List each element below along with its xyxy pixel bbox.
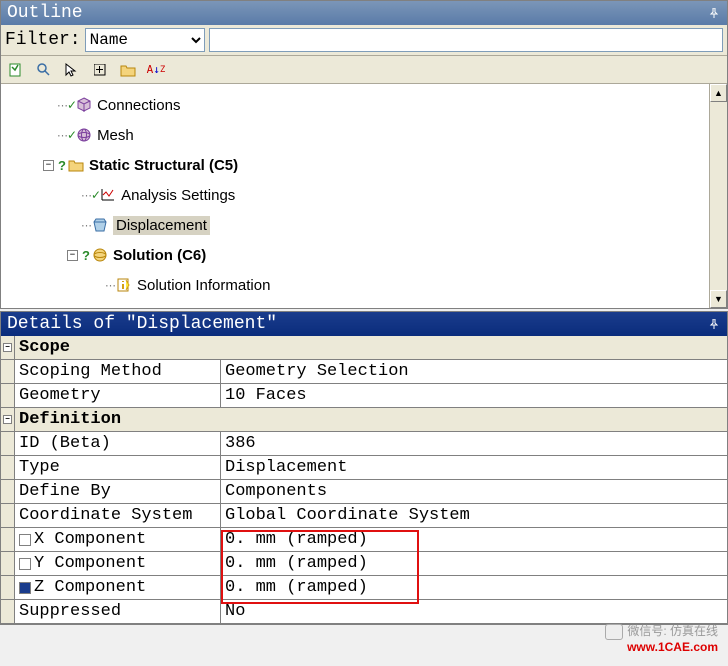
filter-select[interactable]: Name bbox=[85, 28, 205, 52]
tree-line: ⋯ bbox=[57, 99, 67, 112]
tree-item-solution-info[interactable]: ⋯ Solution Information bbox=[5, 270, 705, 300]
details-title-bar: Details of "Displacement" bbox=[1, 312, 727, 336]
pin-icon[interactable] bbox=[707, 317, 721, 331]
tree-label: Mesh bbox=[97, 127, 134, 144]
details-row-scoping-method[interactable]: Scoping Method Geometry Selection bbox=[1, 360, 727, 384]
tree-line: ⋯ bbox=[57, 129, 67, 142]
prop-label: Define By bbox=[15, 480, 221, 503]
cursor-icon[interactable] bbox=[63, 61, 81, 79]
tree-label: Displacement bbox=[113, 216, 210, 235]
search-icon[interactable] bbox=[35, 61, 53, 79]
tree-item-static-structural[interactable]: − ? Static Structural (C5) bbox=[5, 150, 705, 180]
scroll-down-button[interactable]: ▼ bbox=[710, 290, 727, 308]
details-group-scope[interactable]: − Scope bbox=[1, 336, 727, 360]
tree-item-mesh[interactable]: ⋯ ✓ Mesh bbox=[5, 120, 705, 150]
prop-value[interactable]: 0. mm (ramped) bbox=[221, 576, 727, 599]
prop-value[interactable]: Components bbox=[221, 480, 727, 503]
prop-value[interactable]: 0. mm (ramped) bbox=[221, 552, 727, 575]
prop-label: Type bbox=[15, 456, 221, 479]
prop-label: X Component bbox=[15, 528, 221, 551]
details-row-id[interactable]: ID (Beta) 386 bbox=[1, 432, 727, 456]
question-icon: ? bbox=[82, 248, 90, 263]
refresh-icon[interactable] bbox=[7, 61, 25, 79]
prop-value[interactable]: Geometry Selection bbox=[221, 360, 727, 383]
outline-tree[interactable]: ⋯ ✓ Connections ⋯ ✓ Mesh − bbox=[1, 84, 709, 308]
tree-label: Analysis Settings bbox=[121, 187, 235, 204]
details-group-definition[interactable]: − Definition bbox=[1, 408, 727, 432]
filter-label: Filter: bbox=[5, 30, 81, 50]
details-row-type[interactable]: Type Displacement bbox=[1, 456, 727, 480]
prop-label: ID (Beta) bbox=[15, 432, 221, 455]
outline-title-bar: Outline bbox=[1, 1, 727, 25]
collapse-icon[interactable]: − bbox=[3, 343, 12, 352]
details-row-x-component[interactable]: X Component 0. mm (ramped) bbox=[1, 528, 727, 552]
scroll-up-button[interactable]: ▲ bbox=[710, 84, 727, 102]
checkbox-icon[interactable] bbox=[19, 558, 31, 570]
details-title: Details of "Displacement" bbox=[7, 314, 277, 334]
tree-item-solution[interactable]: − ? Solution (C6) bbox=[5, 240, 705, 270]
details-row-coord-system[interactable]: Coordinate System Global Coordinate Syst… bbox=[1, 504, 727, 528]
wechat-icon bbox=[605, 624, 623, 640]
pin-icon[interactable] bbox=[707, 6, 721, 20]
details-row-z-component[interactable]: Z Component 0. mm (ramped) bbox=[1, 576, 727, 600]
tree-line: ⋯ bbox=[81, 219, 91, 232]
group-label: Definition bbox=[15, 408, 727, 431]
tree-label: Solution Information bbox=[137, 277, 270, 294]
tree-item-displacement[interactable]: ⋯ Displacement bbox=[5, 210, 705, 240]
expand-icon[interactable] bbox=[91, 61, 109, 79]
details-row-geometry[interactable]: Geometry 10 Faces bbox=[1, 384, 727, 408]
watermark: 微信号: 仿真在线 www.1CAE.com bbox=[605, 622, 718, 654]
box-icon bbox=[91, 216, 109, 234]
tree-item-analysis-settings[interactable]: ⋯ ✓ Analysis Settings bbox=[5, 180, 705, 210]
prop-value[interactable]: 0. mm (ramped) bbox=[221, 528, 727, 551]
prop-label: Geometry bbox=[15, 384, 221, 407]
details-panel: Details of "Displacement" − Scope Scopin… bbox=[0, 311, 728, 625]
chart-icon bbox=[99, 186, 117, 204]
tree-item-connections[interactable]: ⋯ ✓ Connections bbox=[5, 90, 705, 120]
outline-title: Outline bbox=[7, 3, 83, 23]
collapse-icon[interactable]: − bbox=[3, 415, 12, 424]
prop-value[interactable]: No bbox=[221, 600, 727, 623]
prop-value[interactable]: Displacement bbox=[221, 456, 727, 479]
sort-icon[interactable]: A↓Z bbox=[147, 61, 165, 79]
prop-label: Suppressed bbox=[15, 600, 221, 623]
filter-row: Filter: Name bbox=[1, 25, 727, 56]
details-row-y-component[interactable]: Y Component 0. mm (ramped) bbox=[1, 552, 727, 576]
collapse-icon[interactable]: − bbox=[67, 250, 78, 261]
details-table: − Scope Scoping Method Geometry Selectio… bbox=[1, 336, 727, 624]
group-label: Scope bbox=[15, 336, 727, 359]
question-icon: ? bbox=[58, 158, 66, 173]
tree-label: Static Structural (C5) bbox=[89, 157, 238, 174]
checkbox-icon[interactable] bbox=[19, 534, 31, 546]
details-row-suppressed[interactable]: Suppressed No bbox=[1, 600, 727, 624]
sphere-icon bbox=[75, 126, 93, 144]
outline-toolbar: A↓Z bbox=[1, 56, 727, 84]
scroll-track[interactable] bbox=[710, 102, 727, 290]
tree-label: Solution (C6) bbox=[113, 247, 206, 264]
prop-value[interactable]: 386 bbox=[221, 432, 727, 455]
tree-area: ⋯ ✓ Connections ⋯ ✓ Mesh − bbox=[1, 84, 727, 308]
prop-label: Y Component bbox=[15, 552, 221, 575]
prop-value[interactable]: 10 Faces bbox=[221, 384, 727, 407]
checkbox-filled-icon[interactable] bbox=[19, 582, 31, 594]
prop-value[interactable]: Global Coordinate System bbox=[221, 504, 727, 527]
prop-label: Z Component bbox=[15, 576, 221, 599]
details-row-define-by[interactable]: Define By Components bbox=[1, 480, 727, 504]
info-icon bbox=[115, 276, 133, 294]
folder-icon[interactable] bbox=[119, 61, 137, 79]
outline-panel: Outline Filter: Name A↓Z bbox=[0, 0, 728, 309]
collapse-icon[interactable]: − bbox=[43, 160, 54, 171]
filter-input[interactable] bbox=[209, 28, 723, 52]
tree-scrollbar[interactable]: ▲ ▼ bbox=[709, 84, 727, 308]
cube-icon bbox=[75, 96, 93, 114]
prop-label: Coordinate System bbox=[15, 504, 221, 527]
tree-label: Connections bbox=[97, 97, 180, 114]
prop-label: Scoping Method bbox=[15, 360, 221, 383]
tree-line: ⋯ bbox=[81, 189, 91, 202]
sphere-yellow-icon bbox=[91, 246, 109, 264]
folder-icon bbox=[67, 156, 85, 174]
tree-line: ⋯ bbox=[105, 279, 115, 292]
